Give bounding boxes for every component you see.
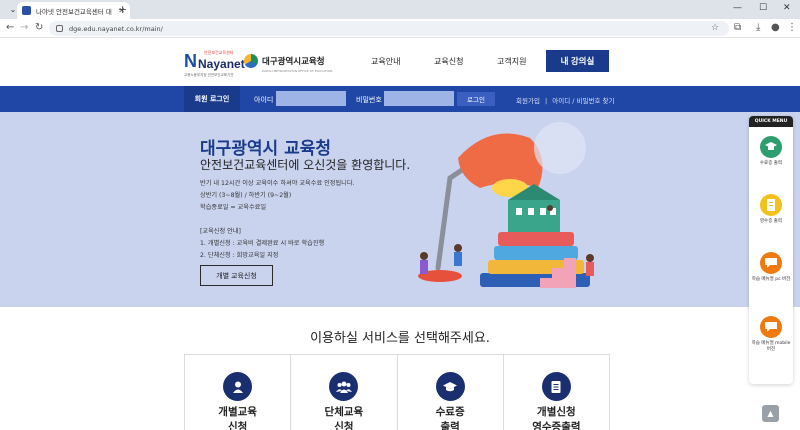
person-icon [223,372,253,401]
window-close-icon[interactable]: ✕ [783,3,791,13]
login-bar: 회원 로그인 아이디 비밀번호 로그인 회원가입 | 아이디 / 비밀번호 찾기 [0,86,800,112]
find-account-link[interactable]: 아이디 / 비밀번호 찾기 [552,97,614,105]
hero-info-line: 2. 단체신청 : 희망교육일 지정 [200,252,279,259]
logo-name: Nayanet [198,57,245,71]
daegu-office-logo[interactable]: 대구광역시교육청 DAEGU METROPOLITAN OFFICE OF ED… [244,54,332,73]
back-icon[interactable]: ← [6,22,14,34]
forward-icon[interactable]: → [20,22,28,34]
receipt-icon [760,194,782,216]
nayanet-logo[interactable]: N 안전보건교육센터 Nayanet 고용노동부지정 안전보건교육기관 [184,50,245,80]
browser-tab-bar: ⌄ 나야넷 안전보건교육센터 대 ✕ + — ☐ ✕ [0,0,800,19]
download-icon[interactable]: ⤓ [756,22,760,34]
person-head [586,254,594,262]
password-label: 비밀번호 [356,96,382,104]
quick-manual-pc[interactable]: 학습 매뉴얼 pc 버전 [749,252,793,283]
login-links: 회원가입 | 아이디 / 비밀번호 찾기 [516,95,615,105]
nav-support[interactable]: 고객지원 [497,56,526,67]
more-menu-icon[interactable]: ⋮ [787,22,797,34]
hero-info-line: 반기 내 12시간 이상 교육이수 하셔야 교육수료 인정됩니다. [200,180,355,187]
book [494,246,578,260]
lamp-shade [458,133,543,188]
hero-info-line: 학습종료일 = 교육수료일 [200,204,267,211]
individual-apply-button[interactable]: 개별 교육신청 [200,265,273,286]
id-input[interactable] [276,91,346,106]
book [498,232,574,246]
group-icon [329,372,359,401]
profile-icon[interactable]: ● [771,22,780,34]
partner-name: 대구광역시교육청 [262,57,325,67]
signup-link[interactable]: 회원가입 [516,97,540,105]
extensions-icon[interactable]: ⧉ [734,22,741,34]
service-receipt[interactable]: 개별신청 영수증출력 [504,355,609,430]
window [516,208,522,215]
address-bar[interactable]: dge.edu.nayanet.co.kr/main/ [49,21,729,36]
nav-edu-apply[interactable]: 교육신청 [434,56,463,67]
bg-circle [534,122,586,174]
browser-tab[interactable]: 나야넷 안전보건교육센터 대 ✕ [17,2,130,19]
chat-icon [760,252,782,274]
quick-label: 수료증 출력 [759,161,783,166]
new-tab-icon[interactable]: + [118,3,127,16]
partner-english: DAEGU METROPOLITAN OFFICE OF EDUCATION [262,69,333,73]
window [540,208,546,215]
daegu-emblem-icon [244,54,258,68]
chevron-up-icon: ▲ [767,409,774,418]
person-head [454,244,462,252]
favicon-icon [22,6,31,15]
person-head [420,252,428,260]
person-body [420,260,428,274]
school-building [508,200,560,232]
login-title: 회원 로그인 [184,86,240,112]
my-classroom-button[interactable]: 내 강의실 [546,50,609,72]
quick-label: 학습 매뉴얼 pc 버전 [751,277,791,282]
service-label: 개별교육 신청 [218,406,257,430]
bookmark-star-icon[interactable]: ☆ [711,22,719,34]
hero-info-line: 1. 개별신청 : 교육비 결제완료 시 바로 학습진행 [200,240,325,247]
quick-receipt[interactable]: 영수증 출력 [749,194,793,225]
services-grid: 개별교육 신청 단체교육 신청 수료증 출력 개별신청 영수증출력 [184,354,610,430]
password-input[interactable] [384,91,454,106]
logo-subtitle: 고용노동부지정 안전보건교육기관 [184,73,234,77]
services-title: 이용하실 서비스를 선택해주세요. [310,331,490,346]
service-group-apply[interactable]: 단체교육 신청 [291,355,398,430]
service-label: 개별신청 영수증출력 [532,406,581,430]
url-text: dge.edu.nayanet.co.kr/main/ [69,24,163,33]
tab-title: 나야넷 안전보건교육센터 대 [36,7,112,16]
graduation-cap-icon [435,372,465,401]
login-button[interactable]: 로그인 [457,92,495,106]
service-label: 수료증 출력 [435,406,465,430]
id-label: 아이디 [254,96,274,104]
person-body [454,252,462,266]
quick-label: 영수증 출력 [759,219,783,224]
link-separator: | [545,97,548,105]
hero-banner: 대구광역시 교육청 안전보건교육센터에 오신것을 환영합니다. 반기 내 12시… [0,112,800,307]
service-individual-apply[interactable]: 개별교육 신청 [185,355,292,430]
minimize-icon[interactable]: — [733,3,742,13]
hero-info-line: [교육신청 안내] [200,228,241,235]
site-info-icon[interactable] [56,25,63,32]
browser-toolbar: ← → ↻ dge.edu.nayanet.co.kr/main/ ☆ ⧉ ⤓ … [0,19,800,38]
nav-edu-info[interactable]: 교육안내 [371,56,400,67]
person-head [547,205,553,211]
window [528,208,534,215]
quick-menu-title: QUICK MENU [749,116,793,127]
document-icon [541,372,571,401]
reload-icon[interactable]: ↻ [35,22,43,34]
service-label: 단체교육 신청 [324,406,364,430]
logo-tagline: 안전보건교육센터 [204,50,234,55]
person-body [586,262,594,276]
service-certificate[interactable]: 수료증 출력 [398,355,504,430]
scroll-to-top-button[interactable]: ▲ [762,405,779,422]
graduation-cap-icon [760,136,782,158]
hero-info-line: 상반기 (3~8월) / 하반기 (9~2월) [200,192,292,199]
nayanet-mark-icon: N [184,51,197,71]
hero-illustration [418,122,594,288]
hero-subtitle: 안전보건교육센터에 오신것을 환영합니다. [200,158,411,172]
quick-certificate[interactable]: 수료증 출력 [749,136,793,167]
maximize-icon[interactable]: ☐ [759,3,767,13]
